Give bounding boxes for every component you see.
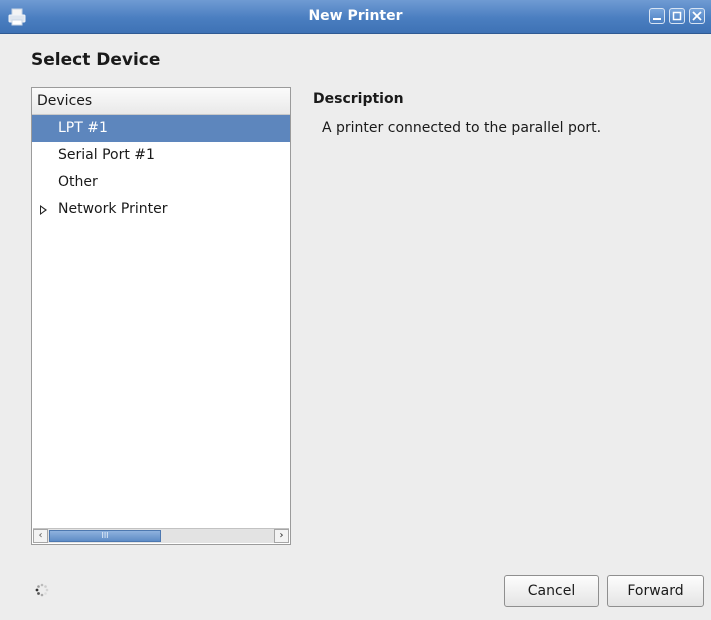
scrollbar-thumb[interactable]: III bbox=[49, 530, 161, 542]
horizontal-scrollbar[interactable]: ‹ III › bbox=[33, 528, 289, 543]
scroll-left-icon[interactable]: ‹ bbox=[33, 529, 48, 543]
devices-column-header[interactable]: Devices bbox=[32, 88, 290, 115]
minimize-button[interactable] bbox=[649, 8, 665, 24]
maximize-button[interactable] bbox=[669, 8, 685, 24]
title-bar[interactable]: New Printer bbox=[0, 0, 711, 34]
forward-button-label: Forward bbox=[627, 583, 684, 599]
description-text: A printer connected to the parallel port… bbox=[322, 120, 602, 136]
page-title: Select Device bbox=[31, 50, 161, 70]
list-item-label: Serial Port #1 bbox=[58, 147, 155, 163]
window-title: New Printer bbox=[308, 8, 403, 24]
list-item-lpt1[interactable]: LPT #1 bbox=[32, 115, 290, 142]
close-button[interactable] bbox=[689, 8, 705, 24]
device-list[interactable]: Devices LPT #1 Serial Port #1 Other Netw… bbox=[31, 87, 291, 545]
cancel-button[interactable]: Cancel bbox=[504, 575, 599, 607]
description-title: Description bbox=[313, 91, 404, 107]
scroll-right-icon[interactable]: › bbox=[274, 529, 289, 543]
cancel-button-label: Cancel bbox=[527, 583, 576, 599]
list-item-network-printer[interactable]: Network Printer bbox=[32, 196, 290, 223]
list-item-other[interactable]: Other bbox=[32, 169, 290, 196]
loading-spinner-icon bbox=[35, 583, 49, 597]
forward-button[interactable]: Forward bbox=[607, 575, 704, 607]
list-item-label: Other bbox=[58, 174, 98, 190]
list-item-label: LPT #1 bbox=[58, 120, 108, 136]
expander-arrow-icon[interactable] bbox=[40, 205, 47, 215]
list-item-label: Network Printer bbox=[58, 201, 168, 217]
list-item-serial-port1[interactable]: Serial Port #1 bbox=[32, 142, 290, 169]
